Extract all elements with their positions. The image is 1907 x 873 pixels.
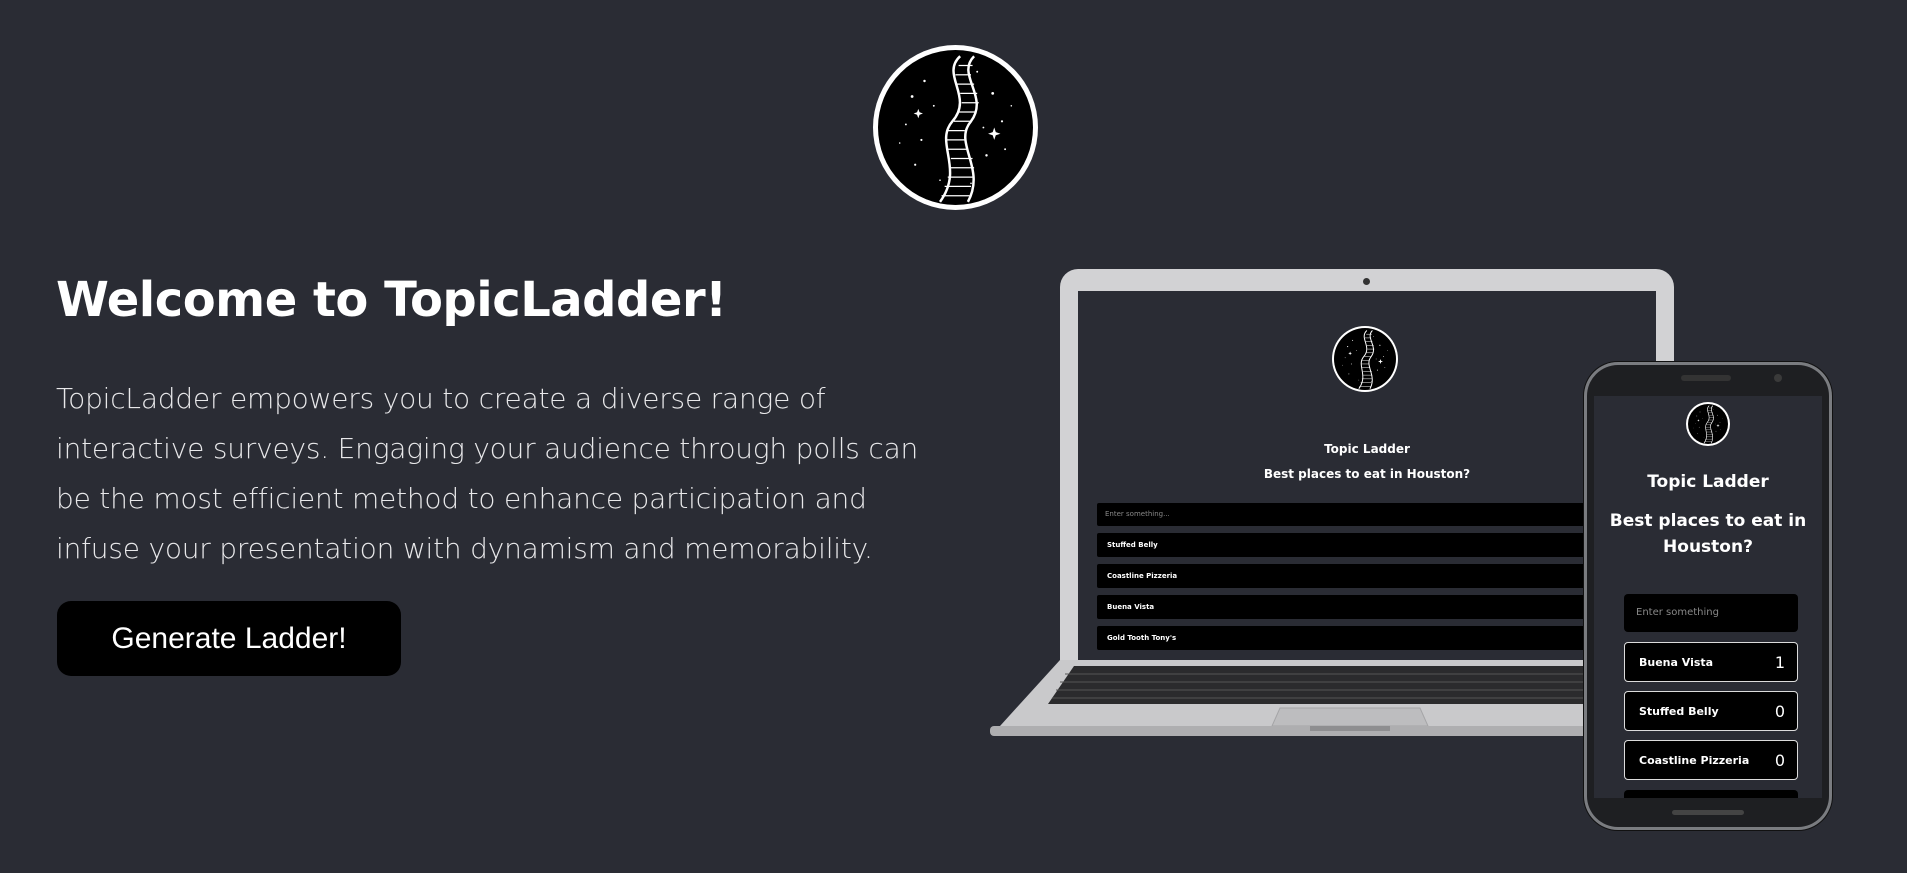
phone-entry-input: Enter something <box>1624 594 1798 632</box>
landing-page: Welcome to TopicLadder! TopicLadder empo… <box>0 0 1907 873</box>
phone-bottom-bezel <box>1672 810 1744 815</box>
phone-item-label: Buena Vista <box>1639 655 1714 669</box>
laptop-list-item: Buena Vista <box>1097 595 1637 619</box>
laptop-question: Best places to eat in Houston? <box>1263 467 1471 481</box>
phone-item-count: 0 <box>1774 750 1785 770</box>
laptop-list-item: Stuffed Belly <box>1097 533 1637 557</box>
laptop-list-item: Coastline Pizzeria <box>1097 564 1637 588</box>
phone-question: Best places to eat in Houston? <box>1609 511 1807 557</box>
generate-ladder-button[interactable]: Generate Ladder! <box>57 601 401 676</box>
starry-staircase-logo-icon <box>1332 326 1398 392</box>
laptop-entry-input: Enter something... <box>1097 503 1637 526</box>
phone-list-item: Coastline Pizzeria 0 <box>1624 740 1798 780</box>
phone-list-item-partial <box>1624 790 1798 798</box>
phone-mockup: Topic Ladder Best places to eat in Houst… <box>1584 362 1832 830</box>
phone-item-count: 0 <box>1774 701 1785 721</box>
laptop-list-item: Gold Tooth Tony's <box>1097 626 1637 650</box>
phone-item-count: 1 <box>1774 652 1785 672</box>
laptop-screen: Topic Ladder Best places to eat in Houst… <box>1078 291 1656 669</box>
phone-speaker <box>1681 375 1731 381</box>
phone-item-label: Stuffed Belly <box>1639 704 1719 718</box>
hero-description: TopicLadder empowers you to create a div… <box>56 382 919 565</box>
laptop-app-title: Topic Ladder <box>1324 442 1410 456</box>
phone-item-label: Coastline Pizzeria <box>1639 753 1750 767</box>
page-title: Welcome to TopicLadder! <box>56 272 727 328</box>
phone-screen: Topic Ladder Best places to eat in Houst… <box>1594 396 1822 798</box>
phone-list-item: Stuffed Belly 0 <box>1624 691 1798 731</box>
starry-staircase-logo-icon <box>1686 402 1730 446</box>
starry-staircase-logo-icon <box>873 45 1038 210</box>
phone-top-bezel <box>1584 362 1832 398</box>
laptop-camera <box>1363 278 1370 285</box>
phone-list-item: Buena Vista 1 <box>1624 642 1798 682</box>
phone-camera <box>1774 374 1782 382</box>
laptop-mockup: Topic Ladder Best places to eat in Houst… <box>1060 269 1674 672</box>
phone-app-title: Topic Ladder <box>1647 472 1769 492</box>
